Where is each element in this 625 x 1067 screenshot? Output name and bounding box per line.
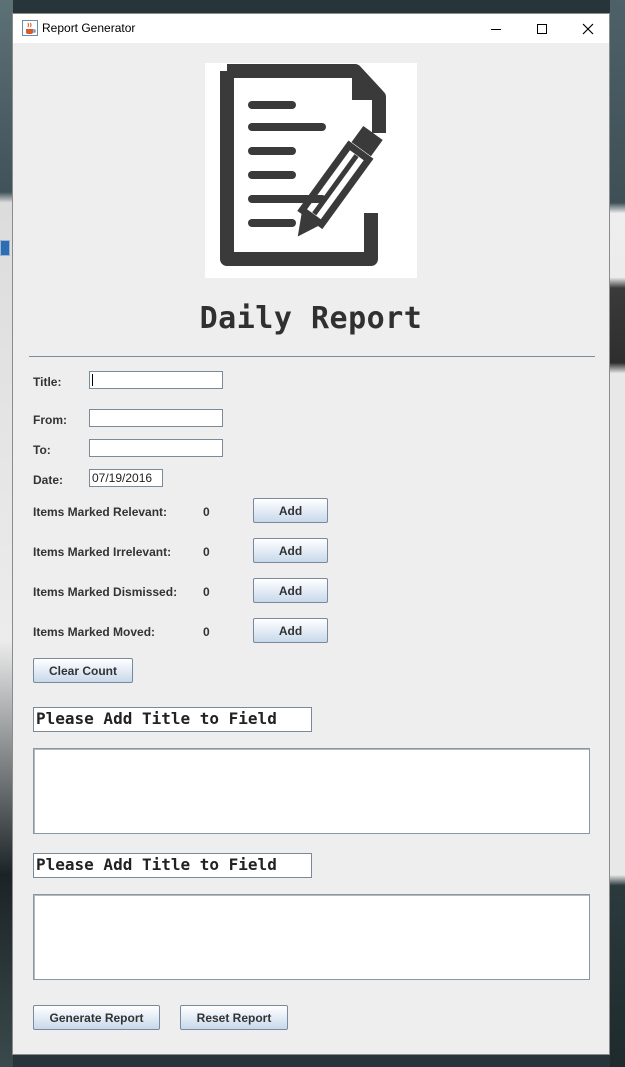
- maximize-button[interactable]: [519, 14, 565, 43]
- background-window-fragment: [0, 240, 10, 256]
- report-logo: [205, 63, 417, 278]
- section-2-title-input[interactable]: Please Add Title to Field: [33, 853, 312, 878]
- add-dismissed-button[interactable]: Add: [253, 578, 328, 603]
- title-bar[interactable]: Report Generator: [13, 14, 609, 43]
- dismissed-label: Items Marked Dismissed:: [33, 585, 178, 599]
- close-button[interactable]: [565, 14, 611, 43]
- desktop-background-right: [610, 0, 625, 1067]
- from-input[interactable]: [89, 409, 223, 427]
- irrelevant-label: Items Marked Irrelevant:: [33, 545, 172, 559]
- reset-report-button[interactable]: Reset Report: [180, 1005, 288, 1030]
- header-divider: [29, 356, 595, 357]
- page-title: Daily Report: [199, 301, 423, 336]
- section-1-title-input[interactable]: Please Add Title to Field: [33, 707, 312, 732]
- minimize-icon: [491, 28, 501, 30]
- text-caret: [92, 374, 93, 386]
- moved-label: Items Marked Moved:: [33, 625, 156, 639]
- dismissed-count: 0: [203, 585, 210, 599]
- maximize-icon: [537, 23, 547, 34]
- from-label: From:: [33, 413, 67, 427]
- date-input[interactable]: 07/19/2016: [89, 469, 163, 487]
- window-title: Report Generator: [42, 21, 136, 35]
- title-input[interactable]: [89, 371, 223, 389]
- date-input-value: 07/19/2016: [92, 471, 153, 485]
- add-relevant-button[interactable]: Add: [253, 498, 328, 523]
- moved-count: 0: [203, 625, 210, 639]
- irrelevant-count: 0: [203, 545, 210, 559]
- report-document-pencil-icon: [220, 64, 386, 266]
- to-label: To:: [33, 443, 51, 457]
- add-moved-button[interactable]: Add: [253, 618, 328, 643]
- section-2-textarea[interactable]: [33, 894, 590, 980]
- clear-count-button[interactable]: Clear Count: [33, 658, 133, 683]
- date-label: Date:: [33, 473, 64, 487]
- java-cup-icon[interactable]: [22, 20, 38, 36]
- generate-report-button[interactable]: Generate Report: [33, 1005, 160, 1030]
- title-label: Title:: [33, 375, 62, 389]
- minimize-button[interactable]: [473, 14, 519, 43]
- add-irrelevant-button[interactable]: Add: [253, 538, 328, 563]
- relevant-label: Items Marked Relevant:: [33, 505, 168, 519]
- report-generator-window: Report Generator Daily Report Title: Fro…: [12, 13, 610, 1055]
- section-1-textarea[interactable]: [33, 748, 590, 834]
- close-icon: [582, 23, 594, 34]
- relevant-count: 0: [203, 505, 210, 519]
- to-input[interactable]: [89, 439, 223, 457]
